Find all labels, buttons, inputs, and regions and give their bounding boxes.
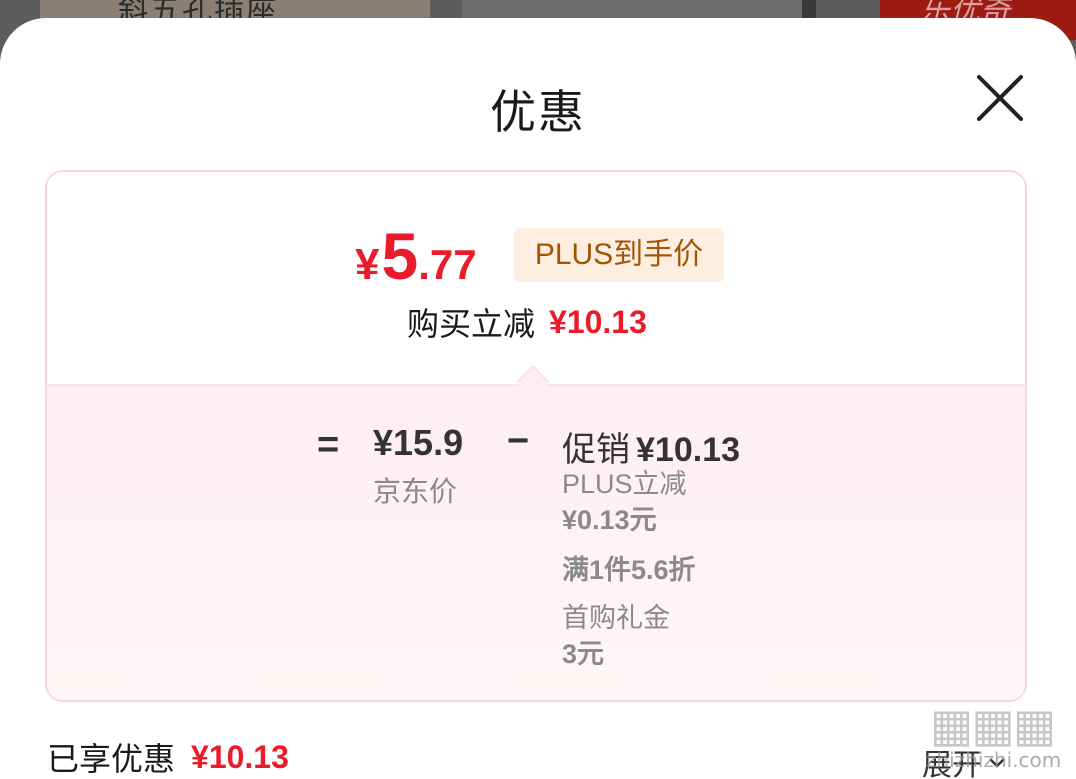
enjoyed-amount: ¥10.13 xyxy=(191,738,289,775)
purchase-reduction: 购买立减 ¥10.13 xyxy=(407,302,647,344)
promotion-label: 促销 xyxy=(562,430,630,470)
promo-item-discount: 满1件5.6折 xyxy=(562,552,742,588)
enjoyed-discount: 已享优惠 ¥10.13 xyxy=(47,734,289,779)
close-icon xyxy=(977,75,1023,121)
price-breakdown-card: ¥ 5 .77 PLUS到手价 购买立减 ¥10.13 = ¥15.9 京东价 … xyxy=(45,170,1027,702)
watermark-url: zhizhizhi.com xyxy=(926,748,1062,772)
price-integer: 5 xyxy=(381,219,419,293)
price-formula: = ¥15.9 京东价 − 促销 ¥10.13 PLUS立减 ¥0.13元 满1件… xyxy=(47,386,1025,700)
promo-item-plus-amount: ¥0.13元 xyxy=(562,505,657,535)
enjoyed-label: 已享优惠 xyxy=(47,740,176,778)
jd-price-value: ¥15.9 xyxy=(373,422,464,463)
watermark: ▦▦▦ zhizhizhi.com xyxy=(922,698,1072,777)
final-price: ¥ 5 .77 xyxy=(355,218,477,293)
plus-price-badge: PLUS到手价 xyxy=(514,228,724,282)
promotion-title: 促销 ¥10.13 xyxy=(562,422,740,471)
promo-item-discount-title: 满1件5.6折 xyxy=(562,555,696,585)
final-price-section: ¥ 5 .77 PLUS到手价 购买立减 ¥10.13 xyxy=(47,172,1025,384)
close-button[interactable] xyxy=(972,70,1028,126)
jd-price-label: 京东价 xyxy=(373,475,458,508)
promo-item-plus: PLUS立减 ¥0.13元 xyxy=(562,466,742,538)
price-formula-section: = ¥15.9 京东价 − 促销 ¥10.13 PLUS立减 ¥0.13元 满1件… xyxy=(47,384,1025,700)
promo-item-first-purchase: 首购礼金 3元 xyxy=(562,600,742,672)
promo-item-first-purchase-amount: 3元 xyxy=(562,639,605,669)
price-decimal: .77 xyxy=(418,241,477,288)
minus-sign: − xyxy=(507,420,530,462)
promo-item-first-purchase-title: 首购礼金 xyxy=(562,603,670,633)
promo-item-plus-title: PLUS立减 xyxy=(562,469,687,499)
equals-sign: = xyxy=(317,424,340,466)
promotion-amount: ¥10.13 xyxy=(636,431,740,469)
reduction-amount: ¥10.13 xyxy=(549,303,647,340)
price-currency: ¥ xyxy=(355,240,380,289)
sheet-title: 优惠 xyxy=(490,85,586,139)
discount-sheet: 优惠 ¥ 5 .77 PLUS到手价 购买立减 ¥10.13 = ¥15.9 京… xyxy=(0,18,1076,779)
watermark-logo: ▦▦▦ xyxy=(930,698,1056,752)
reduction-label: 购买立减 xyxy=(407,305,536,343)
